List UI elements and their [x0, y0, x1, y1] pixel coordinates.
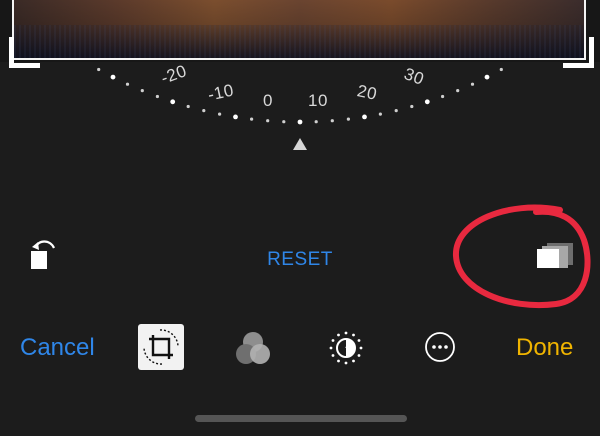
dial-tick [125, 82, 130, 86]
dial-tick [140, 89, 144, 93]
dial-tick [282, 120, 286, 124]
straighten-dial[interactable]: -20 -10 0 10 20 30 [0, 0, 600, 160]
dial-tick [362, 114, 367, 120]
red-circle-annotation [452, 204, 591, 308]
home-indicator [195, 415, 407, 422]
dial-tick [314, 120, 318, 124]
dial-tick [456, 89, 460, 93]
crop-rotate-icon [143, 329, 179, 365]
rotate-left-button[interactable] [26, 236, 62, 276]
sun-dot [359, 346, 363, 350]
sun-dot [357, 354, 361, 357]
reset-button[interactable]: RESET [258, 247, 342, 273]
sun-dot [344, 361, 348, 365]
dial-ticks [97, 67, 503, 150]
dial-tick [424, 99, 430, 105]
sun-dot [352, 359, 355, 363]
dial-tick [97, 67, 101, 72]
more-icon [425, 332, 455, 362]
dial-tick [346, 117, 350, 121]
crop-tool-button[interactable] [138, 324, 184, 370]
sun-dot [337, 333, 340, 337]
cancel-button[interactable]: Cancel [20, 333, 95, 363]
dial-tick [394, 109, 398, 113]
dial-tick [202, 109, 206, 113]
more-options-button[interactable] [424, 331, 456, 363]
dial-label: 10 [308, 91, 328, 110]
dial-tick [233, 114, 238, 120]
dial-tick [378, 112, 382, 116]
dial-label: 0 [263, 91, 273, 110]
sun-dot [352, 333, 355, 337]
sun-dot [329, 346, 333, 350]
sun-dot [331, 354, 335, 357]
dial-tick [266, 119, 270, 123]
sun-dot [331, 339, 335, 342]
dial-tick [410, 104, 414, 109]
sun-dot [357, 339, 361, 342]
dial-tick [484, 74, 490, 80]
triangle-up-icon [293, 138, 307, 150]
filters-icon [236, 332, 270, 364]
done-button[interactable]: Done [516, 333, 573, 363]
sun-dot [337, 359, 340, 363]
dial-tick [110, 74, 116, 80]
dial-tick [170, 99, 176, 105]
rotate-left-icon [31, 240, 56, 269]
dial-tick [297, 119, 303, 125]
sun-dot [344, 331, 348, 335]
dial-tick [250, 117, 254, 121]
dial-tick [499, 67, 503, 72]
dial-tick [470, 82, 475, 86]
dial-tick [441, 94, 445, 99]
adjust-tool-button[interactable] [326, 328, 366, 368]
dial-tick [186, 104, 190, 109]
adjust-icon [329, 331, 363, 365]
filters-tool-button[interactable] [232, 328, 274, 370]
dial-tick [330, 119, 334, 123]
dial-tick [155, 94, 159, 99]
dial-label: 20 [355, 81, 379, 104]
dial-tick [218, 112, 222, 116]
